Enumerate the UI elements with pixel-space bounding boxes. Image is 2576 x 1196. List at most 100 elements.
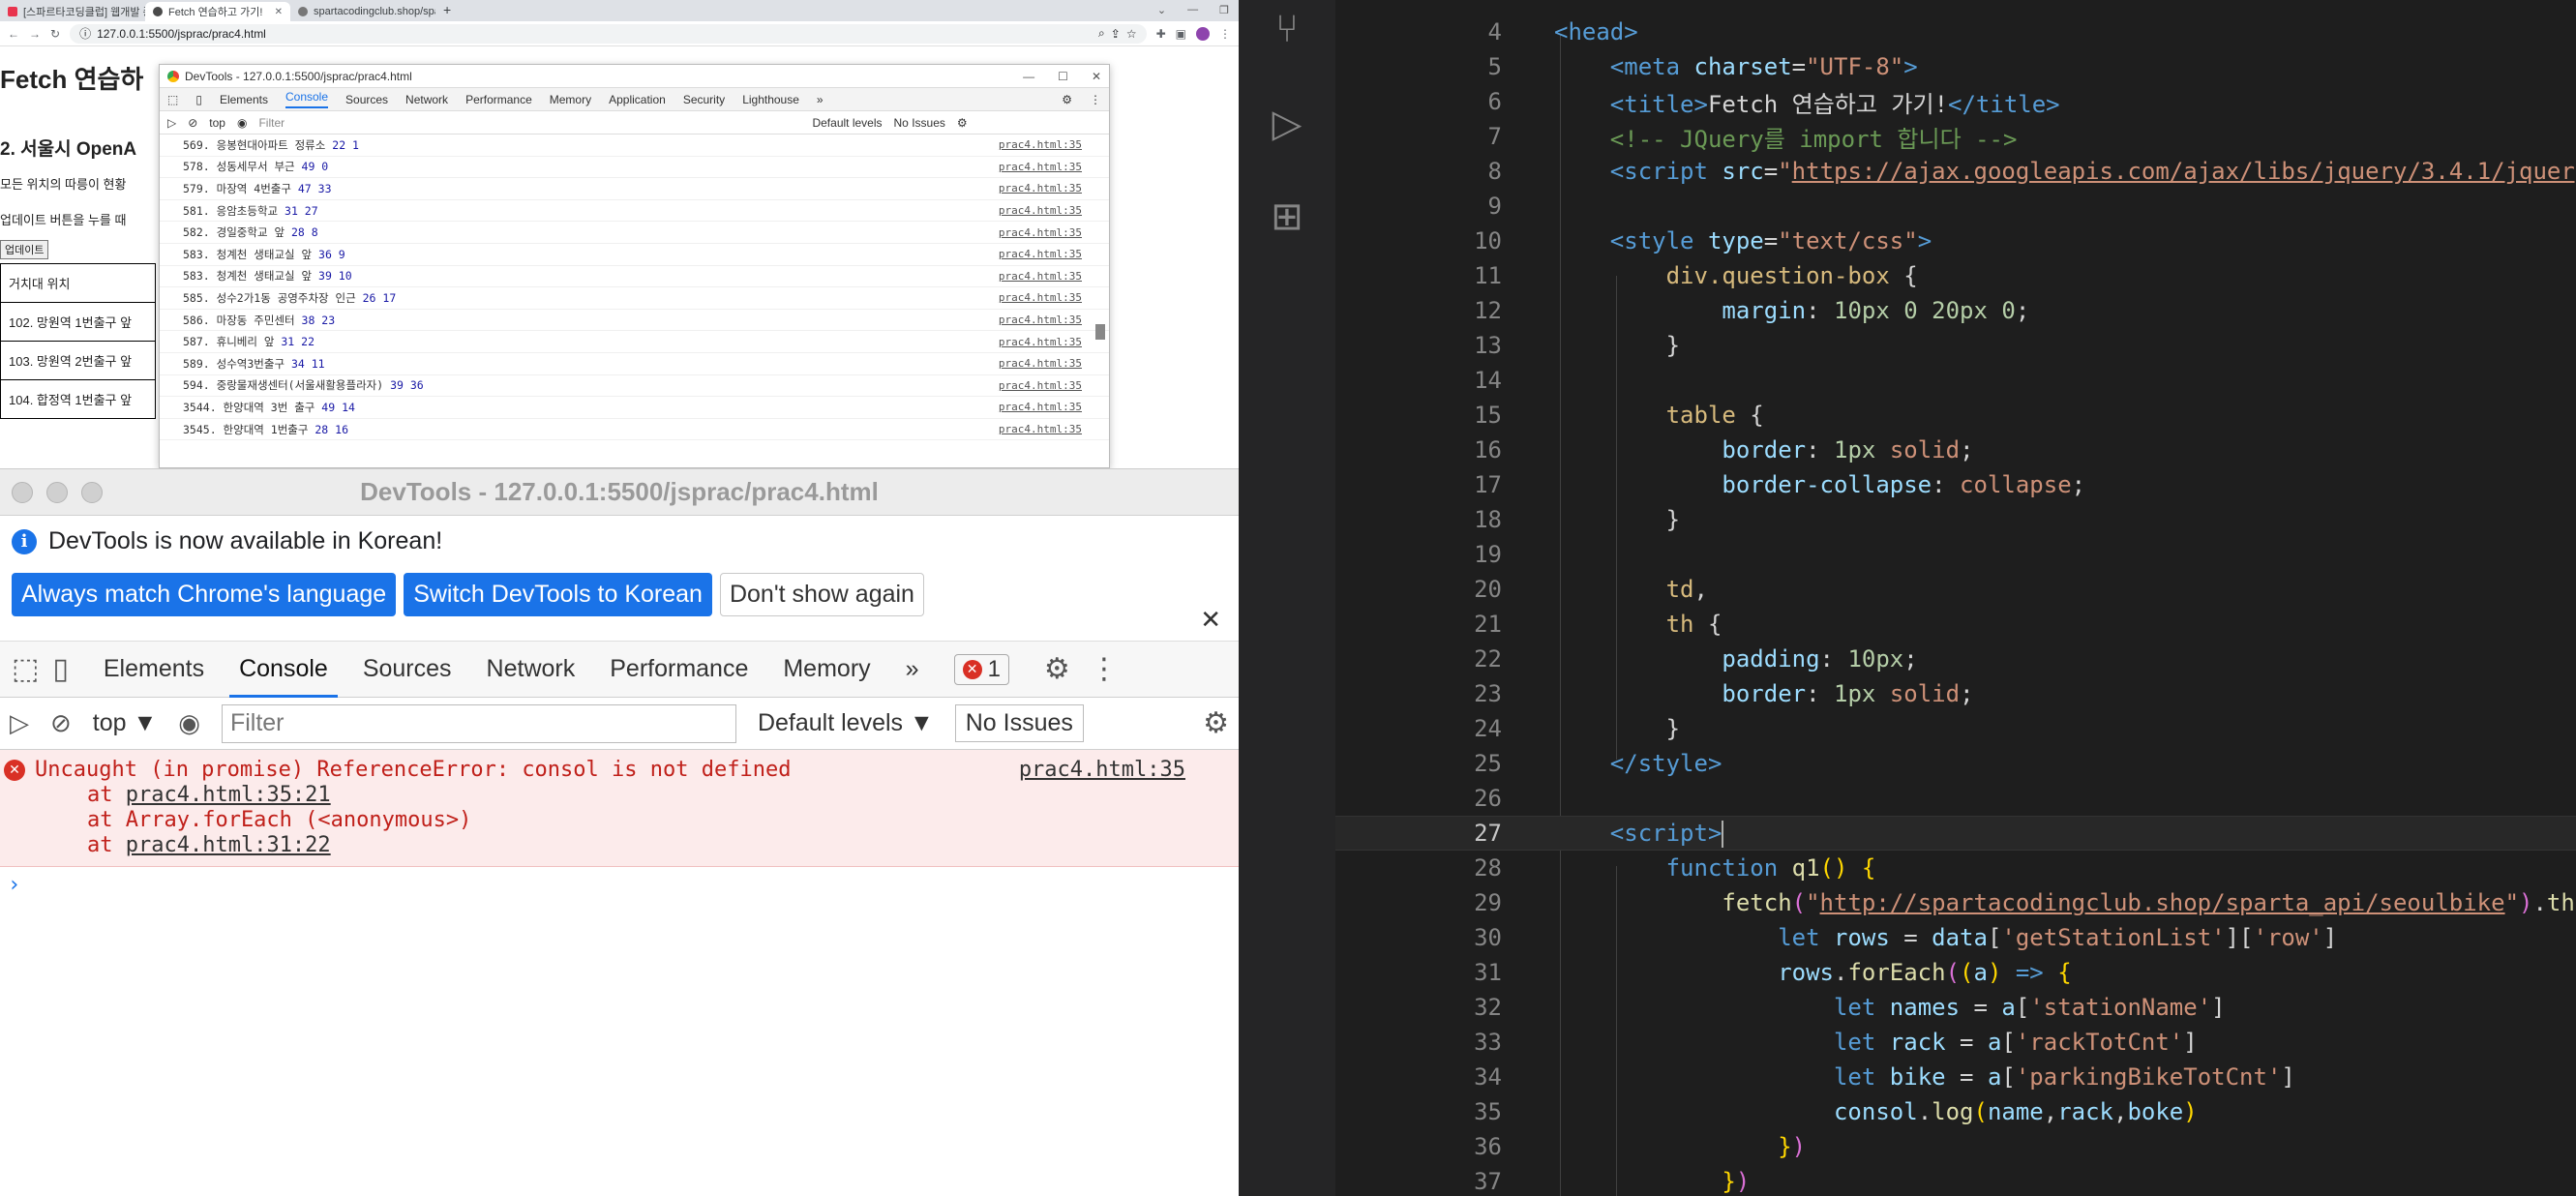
log-source-link[interactable]: prac4.html:35	[999, 423, 1082, 435]
log-source-link[interactable]: prac4.html:35	[999, 204, 1082, 217]
browser-tab-sparta[interactable]: [스파르타코딩클럽] 웹개발 종합 ✕	[0, 2, 145, 21]
back-icon[interactable]: ←	[8, 27, 19, 41]
console-log-row: 578. 성동세무서 부근 49 0 prac4.html:35	[160, 157, 1109, 179]
reload-icon[interactable]: ↻	[50, 27, 60, 41]
browser-tab-fetch[interactable]: Fetch 연습하고 가기! ✕	[145, 2, 290, 21]
context-select[interactable]: top	[209, 116, 225, 130]
issues-button[interactable]: No Issues	[954, 704, 1084, 742]
tab-network[interactable]: Network	[487, 655, 576, 683]
tab-security[interactable]: Security	[683, 93, 725, 106]
close-tab-icon[interactable]: ✕	[275, 7, 283, 17]
run-debug-icon[interactable]: ▷	[1264, 101, 1310, 147]
context-select[interactable]: top ▼	[93, 709, 157, 737]
browser-tab-api[interactable]: spartacodingclub.shop/sparta_a ✕	[290, 2, 435, 21]
issues-button[interactable]: No Issues	[894, 116, 945, 130]
inspect-icon[interactable]: ⬚	[167, 93, 178, 106]
address-bar[interactable]: ⓘ 127.0.0.1:5500/jsprac/prac4.html ⌕ ⇪ ☆	[70, 23, 1147, 44]
minimize-window-button[interactable]	[46, 481, 68, 503]
stack-link[interactable]: prac4.html:35:21	[126, 783, 331, 807]
levels-select[interactable]: Default levels ▼	[758, 709, 934, 737]
sidepanel-icon[interactable]: ▣	[1176, 27, 1186, 41]
log-source-link[interactable]: prac4.html:35	[999, 314, 1082, 326]
match-language-button[interactable]: Always match Chrome's language	[12, 573, 397, 616]
scrollbar-thumb[interactable]	[1095, 324, 1105, 340]
device-toolbar-icon[interactable]: ▯	[52, 652, 69, 686]
log-source-link[interactable]: prac4.html:35	[999, 270, 1082, 283]
tab-console[interactable]: Console	[229, 655, 338, 698]
tab-sources[interactable]: Sources	[345, 93, 388, 106]
log-source-link[interactable]: prac4.html:35	[999, 182, 1082, 194]
extensions-icon[interactable]: ✚	[1156, 27, 1166, 41]
more-tabs-icon[interactable]: »	[817, 93, 824, 106]
switch-korean-button[interactable]: Switch DevTools to Korean	[404, 573, 712, 616]
tab-performance[interactable]: Performance	[465, 93, 532, 106]
gear-icon[interactable]: ⚙	[1062, 93, 1072, 106]
tab-elements[interactable]: Elements	[220, 93, 268, 106]
log-source-link[interactable]: prac4.html:35	[999, 248, 1082, 260]
tab-performance[interactable]: Performance	[610, 655, 748, 683]
menu-icon[interactable]: ⋮	[1090, 93, 1101, 106]
profile-avatar[interactable]	[1196, 26, 1210, 41]
gear-icon[interactable]: ⚙	[1044, 652, 1070, 686]
tab-network[interactable]: Network	[405, 93, 448, 106]
tab-lighthouse[interactable]: Lighthouse	[742, 93, 799, 106]
console-scrollbar[interactable]	[1095, 210, 1105, 467]
maximize-icon[interactable]: ❐	[1219, 4, 1229, 16]
zoom-window-button[interactable]	[81, 481, 103, 503]
log-source-link[interactable]: prac4.html:35	[999, 336, 1082, 348]
eye-icon[interactable]: ◉	[237, 116, 247, 130]
new-tab-button[interactable]: +	[435, 2, 459, 21]
levels-select[interactable]: Default levels	[812, 116, 882, 130]
filter-input[interactable]: Filter	[221, 703, 736, 743]
tab-elements[interactable]: Elements	[104, 655, 204, 683]
close-window-button[interactable]	[12, 481, 33, 503]
error-count-badge[interactable]: ✕ 1	[953, 653, 1009, 685]
inspect-icon[interactable]: ⬚	[12, 652, 39, 686]
console-prompt[interactable]: ›	[0, 867, 1239, 903]
log-source-link[interactable]: prac4.html:35	[999, 379, 1082, 392]
error-source-link[interactable]: prac4.html:35	[1019, 758, 1185, 783]
tab-application[interactable]: Application	[609, 93, 666, 106]
menu-icon[interactable]: ⋮	[1090, 652, 1119, 686]
zoom-icon[interactable]: ⌕	[1098, 26, 1105, 41]
console-log-row: 587. 휴니베리 앞 31 22 prac4.html:35	[160, 331, 1109, 353]
tab-memory[interactable]: Memory	[783, 655, 870, 683]
code-line: 30 let rows = data['getStationList']['ro…	[1474, 924, 2338, 951]
source-control-icon[interactable]: ⑂	[1264, 6, 1310, 52]
tab-console[interactable]: Console	[285, 90, 329, 108]
menu-icon[interactable]: ⋮	[1219, 27, 1231, 41]
log-source-link[interactable]: prac4.html:35	[999, 138, 1082, 151]
log-source-link[interactable]: prac4.html:35	[999, 161, 1082, 173]
log-source-link[interactable]: prac4.html:35	[999, 226, 1082, 239]
gear-icon[interactable]: ⚙	[1203, 706, 1229, 740]
clear-console-icon[interactable]: ⊘	[50, 708, 72, 738]
minimize-icon[interactable]: —	[1187, 4, 1198, 16]
maximize-icon[interactable]: ☐	[1058, 70, 1068, 83]
tab-memory[interactable]: Memory	[550, 93, 591, 106]
tab-sources[interactable]: Sources	[363, 655, 452, 683]
update-button[interactable]: 업데이트	[0, 240, 49, 259]
log-text: 3544. 한양대역 3번 출구 49 14	[183, 400, 355, 414]
chevron-down-icon[interactable]: ⌄	[1157, 4, 1166, 16]
filter-input[interactable]: Filter	[258, 116, 800, 130]
device-icon[interactable]: ▯	[195, 93, 202, 106]
share-icon[interactable]: ⇪	[1111, 27, 1121, 41]
minimize-icon[interactable]: —	[1023, 70, 1034, 83]
eye-icon[interactable]: ◉	[178, 708, 200, 738]
code-editor[interactable]: 4 <head> 5 <meta charset="UTF-8"> 6 <titl…	[1335, 0, 2576, 1196]
stack-link[interactable]: prac4.html:31:22	[126, 833, 331, 857]
dont-show-again-button[interactable]: Don't show again	[719, 573, 924, 616]
log-source-link[interactable]: prac4.html:35	[999, 401, 1082, 413]
star-icon[interactable]: ☆	[1126, 27, 1137, 41]
log-source-link[interactable]: prac4.html:35	[999, 357, 1082, 370]
clear-console-icon[interactable]: ⊘	[188, 116, 197, 130]
sidebar-toggle-icon[interactable]: ▷	[10, 708, 29, 738]
extensions-icon[interactable]: ⊞	[1264, 194, 1310, 240]
close-icon[interactable]: ✕	[1200, 605, 1221, 635]
log-source-link[interactable]: prac4.html:35	[999, 291, 1082, 304]
more-tabs-icon[interactable]: »	[906, 655, 919, 683]
sidebar-toggle-icon[interactable]: ▷	[167, 116, 176, 130]
forward-icon[interactable]: →	[29, 27, 41, 41]
gear-icon[interactable]: ⚙	[957, 116, 968, 130]
close-icon[interactable]: ✕	[1092, 70, 1101, 83]
